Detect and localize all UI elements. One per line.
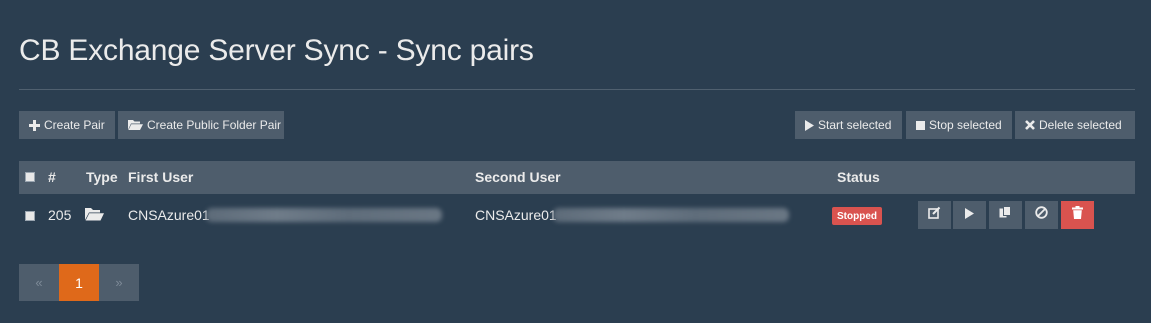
close-icon [1025, 120, 1035, 130]
edit-button[interactable] [918, 201, 951, 229]
copy-button[interactable] [989, 201, 1022, 229]
stop-selected-button[interactable]: Stop selected [906, 111, 1012, 139]
folder-open-icon [85, 207, 104, 226]
table-header: # Type First User Second User Status [19, 161, 1135, 194]
create-public-folder-pair-label: Create Public Folder Pair [147, 118, 282, 132]
stop-selected-label: Stop selected [929, 118, 1002, 132]
page-title: CB Exchange Server Sync - Sync pairs [19, 34, 534, 67]
edit-icon [928, 206, 941, 224]
play-icon [805, 119, 814, 131]
first-user-name: CNSAzure01 [128, 207, 210, 223]
second-user-name: CNSAzure01 [475, 207, 557, 223]
disable-button[interactable] [1025, 201, 1058, 229]
stop-icon [916, 120, 925, 130]
create-public-folder-pair-button[interactable]: Create Public Folder Pair [118, 111, 284, 139]
column-header-first-user: First User [128, 169, 194, 185]
status-badge: Stopped [832, 207, 882, 225]
delete-selected-button[interactable]: Delete selected [1015, 111, 1135, 139]
ban-icon [1035, 206, 1048, 224]
pagination-prev[interactable]: « [19, 264, 59, 301]
trash-icon [1072, 206, 1083, 224]
copy-icon [999, 206, 1012, 224]
folder-open-icon [128, 119, 143, 131]
column-header-status: Status [837, 169, 880, 185]
redacted-email [206, 208, 442, 222]
start-button[interactable] [953, 201, 986, 229]
column-header-second-user: Second User [475, 169, 561, 185]
title-divider [19, 89, 1135, 90]
pagination-page-1[interactable]: 1 [59, 264, 99, 301]
row-id: 205 [48, 207, 72, 223]
delete-selected-label: Delete selected [1039, 118, 1122, 132]
pagination-next[interactable]: » [99, 264, 139, 301]
column-header-number: # [48, 169, 56, 185]
start-selected-label: Start selected [818, 118, 892, 132]
redacted-email [553, 208, 789, 222]
play-icon [965, 206, 974, 224]
create-pair-button[interactable]: Create Pair [19, 111, 115, 139]
create-pair-label: Create Pair [44, 118, 105, 132]
row-checkbox[interactable] [25, 211, 35, 221]
start-selected-button[interactable]: Start selected [795, 111, 902, 139]
select-all-checkbox[interactable] [25, 172, 35, 182]
column-header-type: Type [86, 169, 118, 185]
delete-button[interactable] [1061, 201, 1094, 229]
plus-icon [29, 119, 40, 131]
